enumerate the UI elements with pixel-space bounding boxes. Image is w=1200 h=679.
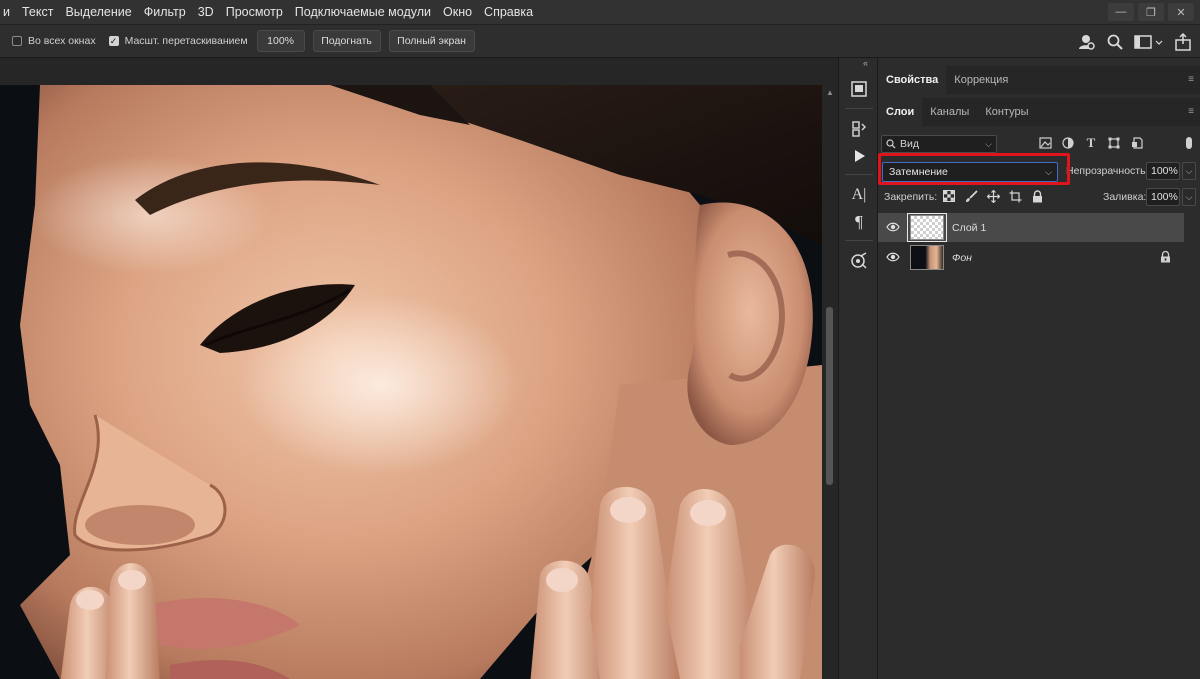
lock-pixels-icon[interactable]	[964, 188, 978, 204]
type-filter-icon[interactable]: T	[1084, 135, 1098, 151]
scrubby-zoom-option[interactable]: ✓ Масшт. перетаскиванием	[108, 35, 248, 47]
eye-icon[interactable]	[886, 221, 900, 233]
minimize-icon[interactable]: —	[1108, 3, 1134, 21]
search-icon	[886, 139, 896, 149]
panel-menu-icon[interactable]: ≡	[1188, 75, 1194, 85]
tool-separator	[845, 174, 873, 175]
history-icon[interactable]	[848, 78, 870, 100]
filter-toggle-switch[interactable]	[1186, 137, 1192, 149]
menu-plugins[interactable]: Подключаемые модули	[289, 0, 437, 24]
scrubby-zoom-checkbox[interactable]: ✓	[108, 36, 119, 46]
layer-filter-icons: T	[1038, 135, 1144, 151]
collapse-panels-icon[interactable]: «	[863, 58, 868, 68]
fill-dropdown-icon[interactable]: ⌵	[1182, 188, 1196, 206]
menu-filter[interactable]: Фильтр	[138, 0, 192, 24]
layer-filter-value: Вид	[900, 138, 919, 150]
menu-bar: и Текст Выделение Фильтр 3D Просмотр Под…	[0, 0, 1200, 24]
blend-mode-highlight-box	[878, 153, 1070, 185]
tab-channels[interactable]: Каналы	[922, 98, 977, 126]
lock-icon	[1161, 251, 1170, 263]
opacity-dropdown-icon[interactable]: ⌵	[1182, 162, 1196, 180]
menu-window[interactable]: Окно	[437, 0, 478, 24]
fill-input[interactable]: 100%	[1146, 188, 1180, 206]
scrubby-zoom-label: Масшт. перетаскиванием	[124, 35, 248, 47]
all-windows-option[interactable]: Во всех окнах	[12, 35, 96, 47]
character-icon[interactable]: A|	[848, 184, 870, 206]
all-windows-label: Во всех окнах	[28, 35, 96, 47]
scrollbar-thumb[interactable]	[826, 307, 833, 485]
actions-icon[interactable]	[848, 118, 870, 140]
shape-filter-icon[interactable]	[1107, 135, 1121, 151]
opacity-input[interactable]: 100%	[1146, 162, 1180, 180]
tool-separator	[845, 240, 873, 241]
menu-select[interactable]: Выделение	[59, 0, 137, 24]
lock-artboard-icon[interactable]	[1008, 188, 1022, 204]
eye-icon[interactable]	[886, 251, 900, 263]
layer-filter-select[interactable]: Вид ⌵	[881, 135, 997, 153]
lock-all-icon[interactable]	[1030, 188, 1044, 204]
user-search-icon[interactable]	[1078, 33, 1096, 51]
lock-icons	[942, 188, 1044, 204]
adjustment-filter-icon[interactable]	[1061, 135, 1075, 151]
zoom-value-field[interactable]: 100%	[256, 30, 305, 52]
workspace-icon[interactable]	[1134, 33, 1164, 51]
opacity-label: Непрозрачность:	[1066, 165, 1149, 177]
scroll-up-icon[interactable]: ▲	[826, 88, 834, 97]
smart-object-filter-icon[interactable]	[1130, 135, 1144, 151]
search-icon[interactable]	[1106, 33, 1124, 51]
layer-thumbnail	[910, 215, 944, 240]
portrait-photo	[0, 85, 822, 679]
panel-tool-strip: A| ¶	[838, 58, 878, 679]
full-screen-button[interactable]: Полный экран	[388, 30, 475, 52]
vertical-scrollbar[interactable]	[822, 85, 838, 679]
menu-image[interactable]: и	[0, 0, 16, 24]
brush-settings-icon[interactable]	[848, 250, 870, 272]
tool-separator	[845, 108, 873, 109]
menu-view[interactable]: Просмотр	[220, 0, 289, 24]
all-windows-checkbox[interactable]	[12, 36, 22, 46]
layers-tab-row: Слои Каналы Контуры ≡	[878, 98, 1200, 126]
options-bar: Во всех окнах ✓ Масшт. перетаскиванием 1…	[0, 24, 1200, 58]
play-icon[interactable]	[848, 145, 870, 167]
window-controls: — ❐ ✕	[1108, 0, 1200, 24]
canvas-image[interactable]	[0, 85, 822, 679]
tab-adjustments[interactable]: Коррекция	[946, 66, 1016, 94]
right-panel: Свойства Коррекция ≡ Слои Каналы Контуры…	[878, 58, 1200, 679]
paragraph-icon[interactable]: ¶	[848, 211, 870, 233]
tab-properties[interactable]: Свойства	[878, 66, 947, 94]
options-right-icons	[1078, 25, 1192, 59]
lock-label: Закрепить:	[884, 191, 938, 203]
layer-row-layer-1[interactable]: Слой 1	[878, 213, 1184, 242]
chevron-down-icon: ⌵	[985, 138, 992, 149]
layer-name[interactable]: Слой 1	[952, 222, 986, 234]
layer-thumbnail	[910, 245, 944, 270]
close-icon[interactable]: ✕	[1168, 3, 1194, 21]
menu-text[interactable]: Текст	[16, 0, 59, 24]
menu-3d[interactable]: 3D	[192, 0, 220, 24]
layer-row-background[interactable]: Фон	[878, 243, 1184, 272]
fill-label: Заливка:	[1103, 191, 1147, 203]
restore-icon[interactable]: ❐	[1138, 3, 1164, 21]
layer-name[interactable]: Фон	[952, 252, 972, 264]
share-icon[interactable]	[1174, 33, 1192, 51]
lock-transparency-icon[interactable]	[942, 188, 956, 204]
lock-position-icon[interactable]	[986, 188, 1000, 204]
lock-row: Закрепить: Заливка: 100% ⌵	[878, 186, 1200, 208]
pixel-filter-icon[interactable]	[1038, 135, 1052, 151]
menu-help[interactable]: Справка	[478, 0, 539, 24]
layers-panel-menu-icon[interactable]: ≡	[1188, 107, 1194, 117]
properties-tab-row: Свойства Коррекция ≡	[878, 66, 1200, 94]
document-tab-bar	[0, 58, 838, 85]
fit-screen-button[interactable]: Подогнать	[312, 30, 381, 52]
tab-layers[interactable]: Слои	[878, 98, 923, 126]
tab-paths[interactable]: Контуры	[977, 98, 1036, 126]
